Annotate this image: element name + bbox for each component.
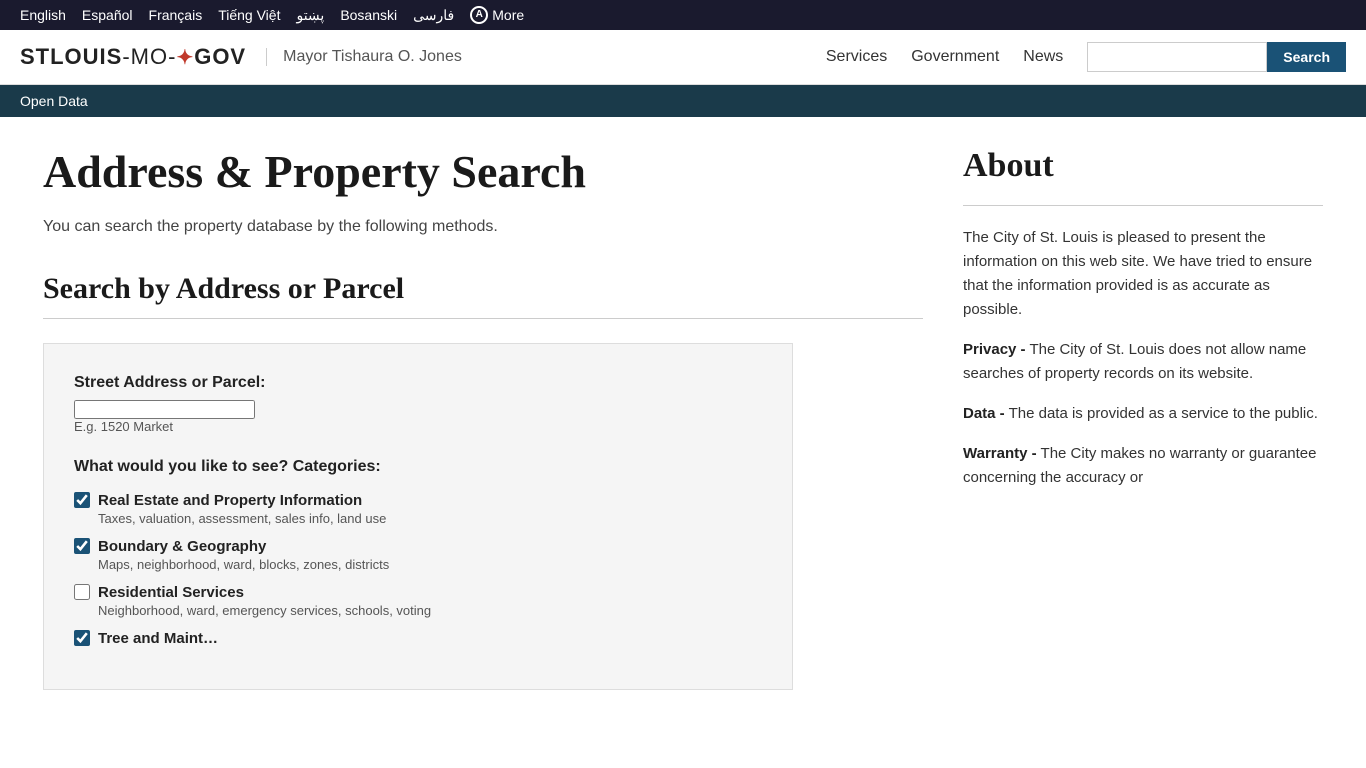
category-boundary: Boundary & Geography Maps, neighborhood,… [74,538,762,572]
address-example: E.g. 1520 Market [74,419,762,434]
category-boundary-label[interactable]: Boundary & Geography [74,538,762,555]
logo-part2: GOV [194,44,246,69]
page-subtitle: You can search the property database by … [43,218,923,236]
data-text: The data is provided as a service to the… [1009,405,1318,422]
section-divider [43,318,923,319]
category-residential-text: Residential Services [98,584,244,601]
category-real-estate-label[interactable]: Real Estate and Property Information [74,492,762,509]
translate-icon: A [470,6,488,24]
site-header: STLOUIS-MO-✦GOV Mayor Tishaura O. Jones … [0,30,1366,85]
nav-services[interactable]: Services [826,48,887,66]
warranty-label: Warranty - [963,445,1037,462]
address-search-box: Street Address or Parcel: E.g. 1520 Mark… [43,343,793,690]
lang-more[interactable]: A More [470,6,524,24]
category-residential: Residential Services Neighborhood, ward,… [74,584,762,618]
category-residential-desc: Neighborhood, ward, emergency services, … [98,603,762,618]
category-tree-text: Tree and Maint… [98,630,218,647]
fleur-icon: ✦ [176,47,194,69]
category-real-estate-checkbox[interactable] [74,492,90,508]
content-area: Address & Property Search You can search… [43,147,923,690]
address-label: Street Address or Parcel: [74,374,762,392]
category-boundary-desc: Maps, neighborhood, ward, blocks, zones,… [98,557,762,572]
logo-sep: -MO- [122,44,176,69]
lang-bosanski[interactable]: Bosanski [340,7,397,23]
about-privacy: Privacy - The City of St. Louis does not… [963,338,1323,386]
about-title: About [963,147,1323,185]
lang-english[interactable]: English [20,7,66,23]
address-input[interactable] [74,400,255,419]
lang-pashto[interactable]: پښتو [296,7,324,24]
category-boundary-checkbox[interactable] [74,538,90,554]
category-tree-checkbox[interactable] [74,630,90,646]
header-search-input[interactable] [1087,42,1267,72]
category-real-estate: Real Estate and Property Information Tax… [74,492,762,526]
category-tree-label[interactable]: Tree and Maint… [74,630,762,647]
category-real-estate-text: Real Estate and Property Information [98,492,362,509]
about-divider [963,205,1323,206]
category-residential-label[interactable]: Residential Services [74,584,762,601]
nav-government[interactable]: Government [911,48,999,66]
nav-news[interactable]: News [1023,48,1063,66]
categories-label: What would you like to see? Categories: [74,458,762,476]
more-label: More [492,7,524,23]
language-bar: English Español Français Tiếng Việt پښتو… [0,0,1366,30]
about-data: Data - The data is provided as a service… [963,402,1323,426]
logo-part1: STLOUIS [20,44,122,69]
lang-francais[interactable]: Français [149,7,203,23]
main-nav: Services Government News Search [826,42,1346,72]
header-search-form: Search [1087,42,1346,72]
lang-farsi[interactable]: فارسی [413,7,454,24]
about-intro: The City of St. Louis is pleased to pres… [963,226,1323,322]
mayor-name: Mayor Tishaura O. Jones [266,48,462,66]
site-logo[interactable]: STLOUIS-MO-✦GOV [20,44,246,70]
lang-tiengviet[interactable]: Tiếng Việt [218,7,280,23]
header-search-button[interactable]: Search [1267,42,1346,72]
breadcrumb-opendata[interactable]: Open Data [20,93,88,109]
sidebar: About The City of St. Louis is pleased t… [963,147,1323,690]
category-boundary-text: Boundary & Geography [98,538,266,555]
category-real-estate-desc: Taxes, valuation, assessment, sales info… [98,511,762,526]
page-title: Address & Property Search [43,147,923,198]
lang-espanol[interactable]: Español [82,7,133,23]
section-title: Search by Address or Parcel [43,272,923,306]
main-content: Address & Property Search You can search… [23,117,1343,720]
privacy-label: Privacy - [963,341,1026,358]
breadcrumb-bar: Open Data [0,85,1366,117]
category-residential-checkbox[interactable] [74,584,90,600]
data-label: Data - [963,405,1005,422]
category-tree: Tree and Maint… [74,630,762,647]
about-warranty: Warranty - The City makes no warranty or… [963,442,1323,490]
